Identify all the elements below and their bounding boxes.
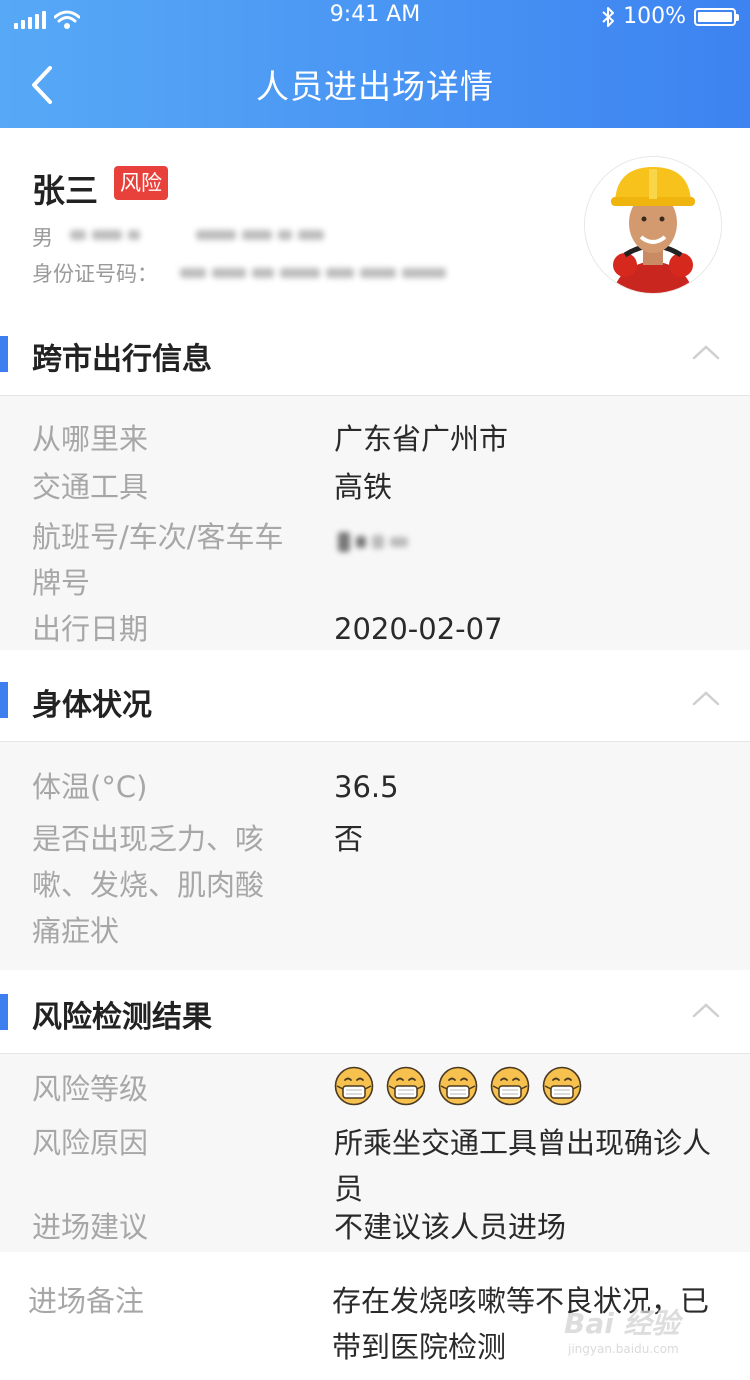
row-value: 广东省广州市 bbox=[334, 422, 509, 456]
masked-face-icon bbox=[334, 1066, 374, 1106]
section-accent-bar bbox=[0, 994, 8, 1030]
battery-icon bbox=[694, 7, 739, 26]
section-body-health: 体温(°C) 36.5 是否出现乏力、咳嗽、发烧、肌肉酸痛症状 否 bbox=[0, 742, 750, 980]
masked-face-icon bbox=[386, 1066, 426, 1106]
section-header-risk[interactable]: 风险检测结果 bbox=[0, 970, 750, 1054]
redacted-id-number bbox=[180, 268, 446, 278]
person-name: 张三 bbox=[32, 171, 98, 210]
row-value: 不建议该人员进场 bbox=[334, 1210, 567, 1244]
avatar bbox=[584, 156, 722, 294]
redacted-info bbox=[70, 230, 324, 240]
row-value: 高铁 bbox=[334, 470, 393, 504]
section-header-health[interactable]: 身体状况 bbox=[0, 658, 750, 742]
section-body-travel: 从哪里来 广东省广州市 交通工具 高铁 航班号/车次/客车车牌号 出行日期 20… bbox=[0, 396, 750, 650]
battery-level bbox=[698, 11, 732, 22]
person-card: 张三 风险 男 身份证号码： bbox=[0, 128, 750, 312]
watermark-url: jingyan.baidu.com bbox=[568, 1342, 679, 1356]
row-label: 体温(°C) bbox=[32, 770, 148, 804]
person-gender: 男 bbox=[32, 226, 53, 250]
section-header-travel[interactable]: 跨市出行信息 bbox=[0, 312, 750, 396]
status-right: 100% bbox=[601, 4, 739, 29]
risk-badge: 风险 bbox=[114, 166, 168, 200]
risk-level-icons bbox=[334, 1066, 582, 1106]
row-label: 风险原因 bbox=[32, 1126, 149, 1160]
row-value: 否 bbox=[334, 822, 364, 856]
section-title-risk: 风险检测结果 bbox=[32, 1000, 212, 1035]
masked-face-icon bbox=[438, 1066, 478, 1106]
row-value: 2020-02-07 bbox=[334, 612, 503, 646]
row-label: 风险等级 bbox=[32, 1072, 149, 1106]
top-bar: 9:41 AM 100% 人员进出场详情 bbox=[0, 0, 750, 128]
watermark: Bai 经验 jingyan.baidu.com bbox=[564, 1302, 714, 1362]
row-label: 出行日期 bbox=[32, 612, 149, 646]
chevron-up-icon[interactable] bbox=[692, 342, 720, 362]
masked-face-icon bbox=[542, 1066, 582, 1106]
row-label: 是否出现乏力、咳嗽、发烧、肌肉酸痛症状 bbox=[32, 822, 265, 948]
section-accent-bar bbox=[0, 336, 8, 372]
row-label: 交通工具 bbox=[32, 470, 149, 504]
row-value: 所乘坐交通工具曾出现确诊人员 bbox=[334, 1126, 712, 1206]
section-title-travel: 跨市出行信息 bbox=[32, 342, 212, 377]
row-label: 从哪里来 bbox=[32, 422, 149, 456]
page-title: 人员进出场详情 bbox=[256, 67, 494, 106]
bluetooth-icon bbox=[602, 6, 615, 27]
row-label: 进场建议 bbox=[32, 1210, 149, 1244]
section-body-risk: 风险等级 风险原因 所乘坐交通工具曾出现确诊人员 进场建议 不建议该人员进场 bbox=[0, 1054, 750, 1252]
masked-face-icon bbox=[490, 1066, 530, 1106]
chevron-up-icon[interactable] bbox=[692, 688, 720, 708]
row-value: 36.5 bbox=[334, 770, 399, 804]
watermark-logo: Bai 经验 bbox=[564, 1307, 680, 1340]
section-accent-bar bbox=[0, 682, 8, 718]
row-label: 航班号/车次/客车车牌号 bbox=[32, 520, 284, 600]
battery-percent: 100% bbox=[623, 4, 686, 29]
redacted-trip-number bbox=[338, 532, 408, 552]
chevron-up-icon[interactable] bbox=[692, 1000, 720, 1020]
worker-avatar-icon bbox=[585, 157, 721, 293]
remark-label: 进场备注 bbox=[28, 1284, 145, 1318]
section-title-health: 身体状况 bbox=[32, 688, 152, 723]
id-number-label: 身份证号码： bbox=[32, 262, 158, 286]
